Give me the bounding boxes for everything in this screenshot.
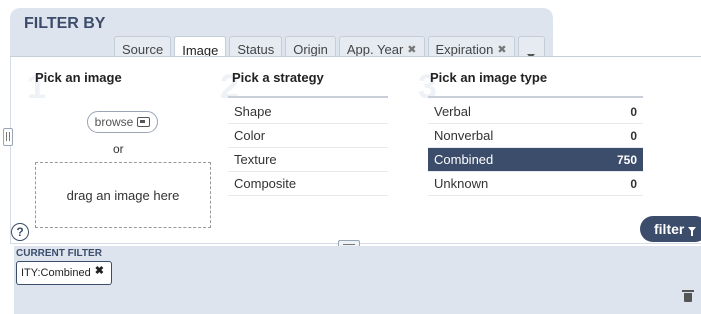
list-item-label: Combined — [434, 152, 494, 167]
image-icon — [137, 117, 151, 127]
item-count: 750 — [616, 153, 637, 167]
trash-icon[interactable] — [682, 290, 694, 302]
current-filter-title: CURRENT FILTER — [16, 248, 102, 259]
list-item-label: Shape — [234, 104, 272, 119]
drag-handle-icon[interactable] — [3, 128, 13, 146]
image-drop-zone[interactable]: drag an image here — [35, 162, 211, 228]
image-type-combined[interactable]: Combined 750 — [428, 148, 643, 172]
filter-button[interactable]: filter — [640, 216, 701, 242]
pick-image-header: Pick an image — [35, 70, 122, 85]
help-icon[interactable]: ? — [11, 223, 29, 241]
image-type-list: Verbal 0 Nonverbal 0 Combined 750 Unknow… — [428, 100, 643, 196]
strategy-item-shape[interactable]: Shape — [228, 100, 388, 124]
list-item-label: Color — [234, 128, 266, 143]
or-text: or — [113, 142, 124, 156]
image-type-unknown[interactable]: Unknown 0 — [428, 172, 643, 196]
filter-chip[interactable]: ITY:Combined ✖ — [16, 261, 112, 285]
strategy-item-texture[interactable]: Texture — [228, 148, 388, 172]
strategy-divider — [228, 96, 388, 98]
list-item-label: Composite — [234, 176, 297, 191]
list-item-label: Texture — [234, 152, 277, 167]
funnel-icon — [688, 227, 697, 236]
item-count: 0 — [630, 177, 637, 191]
strategy-item-color[interactable]: Color — [228, 124, 388, 148]
pick-image-type-header: Pick an image type — [430, 70, 548, 85]
filter-button-label: filter — [654, 221, 685, 237]
item-count: 0 — [630, 129, 637, 143]
pick-strategy-header: Pick a strategy — [232, 70, 324, 85]
image-type-divider — [428, 96, 643, 98]
list-item-label: Verbal — [434, 104, 471, 119]
image-type-verbal[interactable]: Verbal 0 — [428, 100, 643, 124]
filter-by-title: FILTER BY — [24, 15, 106, 32]
item-count: 0 — [630, 105, 637, 119]
strategy-item-composite[interactable]: Composite — [228, 172, 388, 196]
browse-label: browse — [94, 115, 134, 129]
image-type-nonverbal[interactable]: Nonverbal 0 — [428, 124, 643, 148]
list-item-label: Nonverbal — [434, 128, 494, 143]
close-icon[interactable]: ✖ — [95, 264, 104, 277]
filter-chip-label: ITY:Combined — [21, 267, 91, 279]
current-filter-panel: CURRENT FILTER ITY:Combined ✖ — [14, 246, 701, 314]
strategy-list: Shape Color Texture Composite — [228, 100, 388, 196]
drop-zone-label: drag an image here — [66, 187, 180, 203]
browse-button[interactable]: browse — [87, 111, 158, 133]
list-item-label: Unknown — [434, 176, 489, 191]
filter-by-panel: FILTER BY Source Image Status Origin App… — [10, 8, 553, 65]
